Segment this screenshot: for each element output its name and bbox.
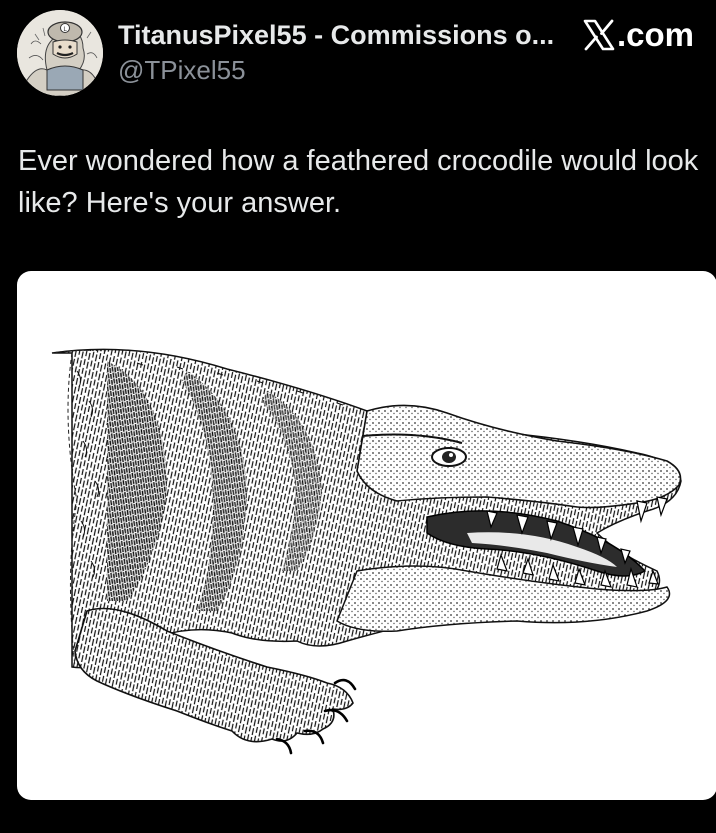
- feathered-crocodile-illustration: [51, 348, 682, 755]
- author-avatar[interactable]: L: [17, 10, 103, 96]
- x-logo-icon: [583, 19, 615, 51]
- x-brand-watermark: .com: [582, 15, 694, 55]
- author-handle[interactable]: @TPixel55: [118, 54, 246, 86]
- brand-label: .com: [617, 16, 695, 53]
- tweet-text: Ever wondered how a feathered crocodile …: [18, 145, 699, 219]
- author-display-name[interactable]: TitanusPixel55 - Commissions o...: [118, 18, 570, 52]
- tweet-header: L TitanusPixel55 - Commissions o... @TPi…: [0, 0, 716, 120]
- character-avatar-icon: L: [17, 10, 103, 96]
- tweet-media[interactable]: [17, 271, 716, 800]
